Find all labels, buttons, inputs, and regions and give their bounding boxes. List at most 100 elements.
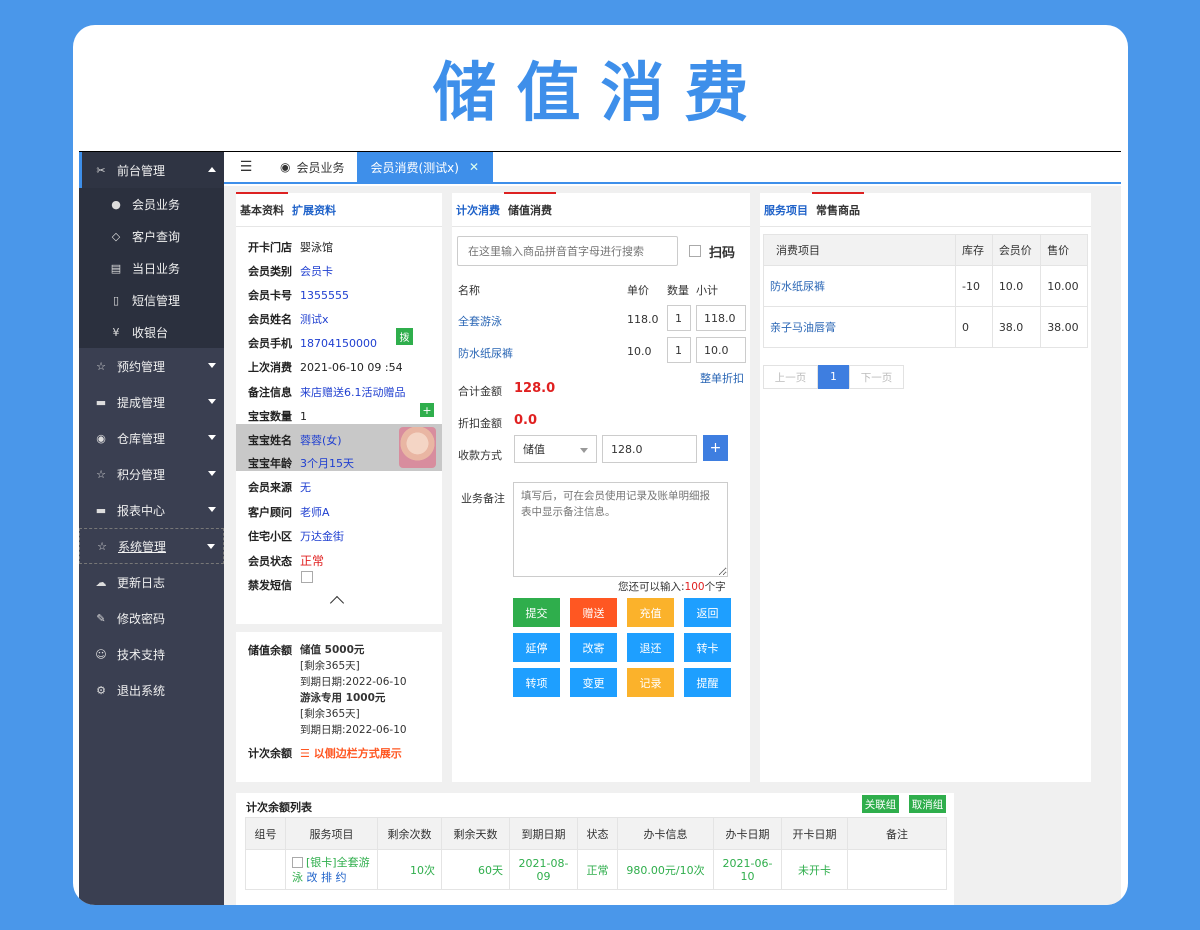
sidebar-item-commission[interactable]: ▬ 提成管理 <box>79 384 224 420</box>
discount-all-link[interactable]: 整单折扣 <box>700 370 744 386</box>
row-actions[interactable]: 改 排 约 <box>307 871 347 884</box>
sidebar-item-changelog[interactable]: ☁ 更新日志 <box>79 564 224 600</box>
remark-textarea[interactable] <box>513 482 728 577</box>
chevron-down-icon <box>208 399 216 404</box>
link-group-button[interactable]: 关联组 <box>862 795 899 813</box>
tab-member-consume[interactable]: 会员消费(测试x) ✕ <box>356 152 494 182</box>
sidebar-item-label: 收银台 <box>132 325 169 340</box>
tab-stored-consume[interactable]: 储值消费 <box>504 192 556 226</box>
table-header-row: 组号 服务项目 剩余次数 剩余天数 到期日期 状态 办卡信息 办卡日期 开卡日期… <box>245 817 947 850</box>
chevron-down-icon <box>208 363 216 368</box>
scan-checkbox[interactable] <box>689 245 701 257</box>
item-subtotal-input[interactable]: 118.0 <box>696 305 746 331</box>
prev-page-button[interactable]: 上一页 <box>763 365 818 389</box>
search-input[interactable] <box>457 236 678 266</box>
diamond-icon: ◇ <box>111 229 121 243</box>
action-button[interactable]: 变更 <box>570 668 617 697</box>
field-label: 会员卡号 <box>248 289 292 302</box>
menu-toggle-icon[interactable]: ☰ <box>224 159 268 175</box>
col-header: 剩余天数 <box>441 817 510 850</box>
close-icon[interactable]: ✕ <box>469 160 479 174</box>
sidebar-item-today[interactable]: ▤ 当日业务 <box>79 252 224 284</box>
action-button[interactable]: 退还 <box>627 633 674 662</box>
sidebar-item-support[interactable]: ☺ 技术支持 <box>79 636 224 672</box>
service-tabs: 服务项目 常售商品 <box>760 192 1091 227</box>
balance-name: 游泳专用 1000元 <box>300 692 386 704</box>
main-content: 基本资料 扩展资料 开卡门店 婴泳馆 会员类别 会员卡 会员卡号 1355555 会员姓名测… <box>224 186 1121 905</box>
pay-amount-value: 128.0 <box>611 442 643 456</box>
sidebar-item-password[interactable]: ✎ 修改密码 <box>79 600 224 636</box>
field-label: 会员状态 <box>248 555 292 568</box>
discount-label: 折扣金额 <box>458 417 502 430</box>
tab-extended-info[interactable]: 扩展资料 <box>288 192 340 226</box>
add-baby-button[interactable]: + <box>420 403 434 417</box>
sidebar-item-member-business[interactable]: ● 会员业务 <box>79 188 224 220</box>
sidebar-item-system[interactable]: ☆ 系统管理 <box>79 528 224 564</box>
sidebar-item-sms[interactable]: ▯ 短信管理 <box>79 284 224 316</box>
sidebar-item-points[interactable]: ☆ 积分管理 <box>79 456 224 492</box>
table-row[interactable]: 亲子马油唇膏 0 38.0 38.00 <box>763 306 1088 348</box>
chevron-down-icon <box>580 448 588 453</box>
sms-checkbox[interactable] <box>301 571 313 583</box>
next-page-button[interactable]: 下一页 <box>849 365 904 389</box>
field-label: 会员手机 <box>248 337 292 350</box>
sidebar-item-label: 报表中心 <box>117 503 166 518</box>
sidebar-item-cashier[interactable]: ¥ 收银台 <box>79 316 224 348</box>
item-name[interactable]: 全套游泳 <box>458 313 502 329</box>
table-cell: 38.0 <box>991 306 1042 348</box>
sidebar-item-label: 仓库管理 <box>117 431 166 446</box>
member-field: 宝宝数量 1 <box>248 408 307 424</box>
tab-member-business[interactable]: ◉ 会员业务 <box>268 152 357 182</box>
remaining-times-cell: 10次 <box>377 849 442 890</box>
action-button[interactable]: 赠送 <box>570 598 617 627</box>
remark-remaining: 您还可以输入:100个字 <box>618 579 726 594</box>
action-button[interactable]: 转卡 <box>684 633 731 662</box>
tab-basic-info[interactable]: 基本资料 <box>236 192 288 226</box>
sidebar-item-booking[interactable]: ☆ 预约管理 <box>79 348 224 384</box>
action-button[interactable]: 延停 <box>513 633 560 662</box>
item-qty-input[interactable]: 1 <box>667 305 691 331</box>
col-header: 组号 <box>245 817 286 850</box>
count-balance-sidebar-link[interactable]: ☰ 以侧边栏方式展示 <box>300 745 402 761</box>
dial-button[interactable]: 拨 <box>396 328 413 345</box>
unlink-group-button[interactable]: 取消组 <box>909 795 946 813</box>
action-button[interactable]: 提醒 <box>684 668 731 697</box>
row-checkbox[interactable] <box>292 857 303 868</box>
balance-expire: 到期日期:2022-06-10 <box>300 724 407 736</box>
tab-service-items[interactable]: 服务项目 <box>760 192 812 226</box>
action-button[interactable]: 改寄 <box>570 633 617 662</box>
pay-method-select[interactable]: 储值 <box>514 435 597 463</box>
table-cell: 亲子马油唇膏 <box>763 306 956 348</box>
field-label: 宝宝年龄 <box>248 457 292 470</box>
action-button[interactable]: 记录 <box>627 668 674 697</box>
sidebar-item-customer-query[interactable]: ◇ 客户查询 <box>79 220 224 252</box>
group-cell <box>245 849 286 890</box>
add-payment-button[interactable]: + <box>703 435 728 461</box>
item-qty-input[interactable]: 1 <box>667 337 691 363</box>
sidebar-item-logout[interactable]: ⚙ 退出系统 <box>79 672 224 708</box>
table-row[interactable]: 防水纸尿裤 -10 10.0 10.00 <box>763 265 1088 307</box>
list-icon: ▤ <box>110 261 122 275</box>
smile-icon: ☺ <box>95 647 107 661</box>
pay-amount-input[interactable]: 128.0 <box>602 435 697 463</box>
collapse-icon[interactable] <box>329 595 345 611</box>
pay-method-value: 储值 <box>523 443 545 456</box>
header-qty: 数量 <box>667 284 689 297</box>
total-label: 合计金额 <box>458 385 502 398</box>
action-button[interactable]: 提交 <box>513 598 560 627</box>
item-subtotal-input[interactable]: 10.0 <box>696 337 746 363</box>
sidebar-item-warehouse[interactable]: ◉ 仓库管理 <box>79 420 224 456</box>
item-name[interactable]: 防水纸尿裤 <box>458 345 513 361</box>
sidebar-item-reports[interactable]: ▬ 报表中心 <box>79 492 224 528</box>
consume-tabs: 计次消费 储值消费 <box>452 192 750 227</box>
action-button[interactable]: 转项 <box>513 668 560 697</box>
table-cell: 10.00 <box>1040 265 1088 307</box>
dashboard-icon: ◉ <box>96 431 106 445</box>
tab-count-consume[interactable]: 计次消费 <box>452 192 504 226</box>
cloud-icon: ☁ <box>95 575 107 589</box>
action-button[interactable]: 充值 <box>627 598 674 627</box>
tab-common-goods[interactable]: 常售商品 <box>812 192 864 226</box>
page-1-button[interactable]: 1 <box>818 365 849 389</box>
action-button[interactable]: 返回 <box>684 598 731 627</box>
sidebar-item-front[interactable]: ✂ 前台管理 <box>79 152 224 188</box>
